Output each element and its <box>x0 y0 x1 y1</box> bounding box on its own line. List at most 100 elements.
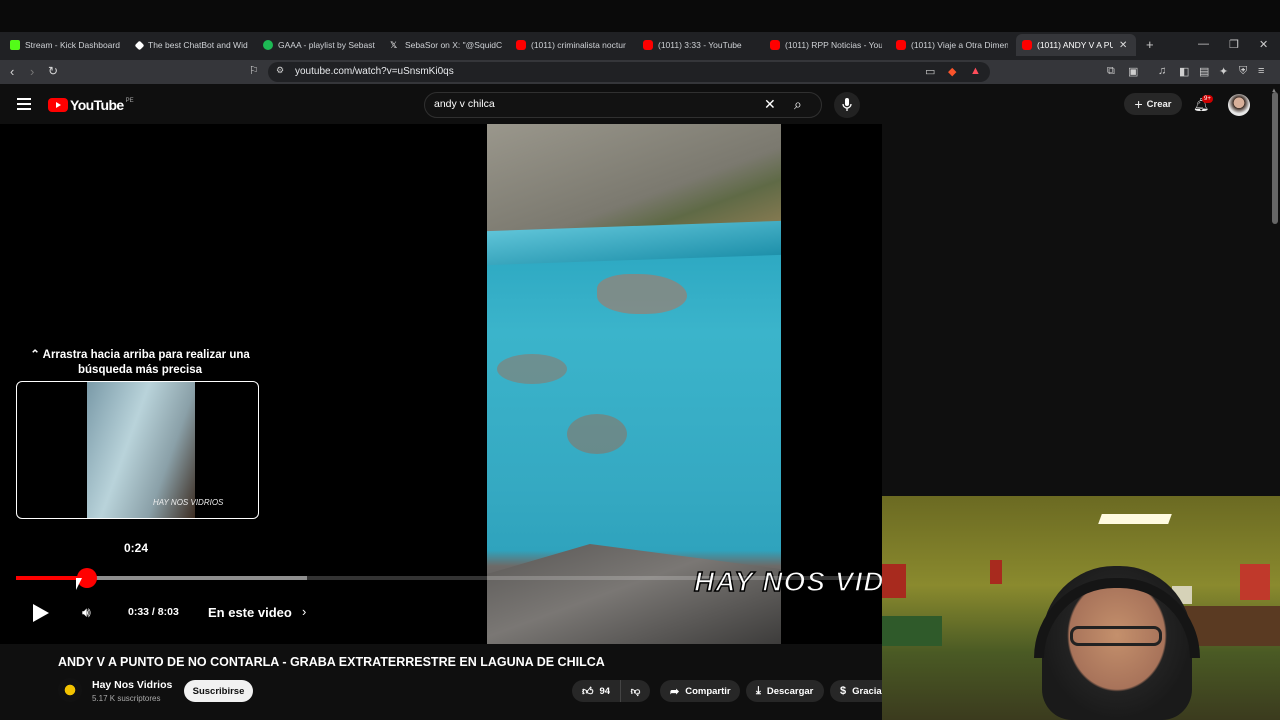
minimize-button[interactable]: — <box>1198 38 1209 50</box>
new-tab-button[interactable]: + <box>1146 37 1154 52</box>
leo-ai-icon[interactable]: ✦ <box>1219 65 1228 78</box>
wall-poster <box>990 560 1002 584</box>
tab-spotify[interactable]: GAAA - playlist by Sebastia <box>257 34 375 56</box>
tab-youtube-4[interactable]: (1011) Viaje a Otra Dimens <box>890 34 1008 56</box>
tab-youtube-1[interactable]: (1011) criminalista noctur <box>510 34 628 56</box>
like-button[interactable]: 👍︎ 94 <box>572 680 620 702</box>
mouse-cursor-icon <box>76 578 82 590</box>
youtube-icon <box>770 40 780 50</box>
thanks-button[interactable]: $ Gracias <box>830 680 882 702</box>
user-avatar[interactable] <box>1228 94 1250 116</box>
tab-label: GAAA - playlist by Sebastia <box>278 40 375 50</box>
screenshot-icon[interactable]: ▣ <box>1128 65 1138 78</box>
create-label: Crear <box>1146 98 1172 110</box>
drag-hint: ⌃ Arrastra hacia arriba para realizar un… <box>30 348 250 378</box>
wallet-icon[interactable]: ▤ <box>1199 65 1209 78</box>
hamburger-menu-icon[interactable] <box>17 98 31 110</box>
search-input[interactable]: andy v chilca <box>434 98 495 110</box>
youtube-logo[interactable]: YouTube PE <box>48 97 134 113</box>
plus-icon: + <box>1134 96 1143 112</box>
play-icon[interactable] <box>33 604 49 622</box>
channel-avatar[interactable] <box>58 678 82 702</box>
sidebar-icon[interactable]: ◧ <box>1179 65 1189 78</box>
volume-icon[interactable]: 🔊︎ <box>82 604 91 621</box>
share-button[interactable]: ➦ Compartir <box>660 680 740 702</box>
tab-label: (1011) criminalista noctur <box>531 40 626 50</box>
youtube-icon <box>1022 40 1032 50</box>
video-scene-stain <box>597 274 687 314</box>
download-icon: ⤓ <box>756 684 761 697</box>
tab-youtube-3[interactable]: (1011) RPP Noticias - YouT <box>764 34 882 56</box>
voice-search-button[interactable] <box>834 92 860 118</box>
share-label: Compartir <box>685 685 731 697</box>
video-watermark: HAY NOS VIDR <box>693 565 906 598</box>
spotify-icon <box>263 40 273 50</box>
tab-label: (1011) 3:33 - YouTube <box>658 40 742 50</box>
chevron-right-icon[interactable]: › <box>302 604 306 619</box>
subscribe-button[interactable]: Suscribirse <box>184 680 253 702</box>
country-code: PE <box>125 98 134 104</box>
maximize-button[interactable]: ❐ <box>1229 38 1239 51</box>
tab-chatbot[interactable]: The best ChatBot and Wid <box>130 34 248 56</box>
tab-youtube-active[interactable]: (1011) ANDY V A PUN ✕ <box>1016 34 1136 56</box>
wall-poster <box>882 564 906 598</box>
tab-youtube-2[interactable]: (1011) 3:33 - YouTube <box>637 34 755 56</box>
x-logo-icon: 𝕏 <box>390 40 398 50</box>
cast-icon[interactable]: ▭ <box>925 65 935 78</box>
bookmark-icon[interactable]: ⚐ <box>249 64 259 77</box>
thanks-icon: $ <box>840 685 847 697</box>
wall-poster <box>1240 564 1270 600</box>
notification-count-badge: 9+ <box>1202 95 1213 103</box>
brave-rewards-icon[interactable]: ▲ <box>970 65 981 77</box>
glasses <box>1070 626 1162 646</box>
forward-icon[interactable]: › <box>30 64 34 79</box>
music-icon[interactable]: ♫ <box>1158 65 1166 77</box>
tab-x[interactable]: 𝕏 SebaSor on X: "@SquidCra <box>384 34 502 56</box>
video-scene-stain <box>567 414 627 454</box>
ceiling-light <box>1098 514 1172 524</box>
download-button[interactable]: ⤓ Descargar <box>746 680 824 702</box>
clear-search-icon[interactable]: ✕ <box>764 96 776 113</box>
tab-label: (1011) ANDY V A PUN <box>1037 40 1113 50</box>
crate <box>882 616 942 646</box>
tab-label: (1011) RPP Noticias - YouT <box>785 40 882 50</box>
search-icon[interactable]: ⌕ <box>794 96 802 113</box>
drag-hint-text: Arrastra hacia arriba para realizar una … <box>42 349 250 376</box>
like-count: 94 <box>599 685 611 697</box>
double-chevron-up-icon: ⌃ <box>30 349 40 361</box>
chapters-button[interactable]: En este video <box>208 605 292 620</box>
channel-name[interactable]: Hay Nos Vidrios <box>92 679 172 691</box>
youtube-icon <box>516 40 526 50</box>
close-window-button[interactable]: ✕ <box>1259 38 1268 51</box>
create-button[interactable]: + Crear <box>1124 93 1182 115</box>
site-info-icon[interactable]: ⚙ <box>276 65 284 76</box>
brave-shield-icon[interactable]: ◆ <box>948 65 956 78</box>
page-scrollbar[interactable] <box>1272 92 1278 224</box>
back-icon[interactable]: ‹ <box>10 64 14 79</box>
video-title: ANDY V A PUNTO DE NO CONTARLA - GRABA EX… <box>58 655 605 669</box>
youtube-icon <box>643 40 653 50</box>
youtube-play-icon <box>48 98 68 112</box>
preview-time: 0:24 <box>124 541 149 555</box>
thanks-label: Gracias <box>852 685 882 697</box>
kick-icon <box>10 40 20 50</box>
tab-label: Stream - Kick Dashboard <box>25 40 120 50</box>
thumbs-down-icon: 👎︎ <box>630 686 641 697</box>
download-label: Descargar <box>766 685 814 697</box>
logo-text: YouTube <box>70 97 124 113</box>
extensions-icon[interactable]: ⧉ <box>1107 65 1115 78</box>
webcam-overlay <box>882 496 1280 720</box>
dislike-button[interactable]: 👎︎ <box>620 680 650 702</box>
share-icon: ➦ <box>670 685 680 698</box>
time-display: 0:33 / 8:03 <box>128 606 179 618</box>
vpn-icon[interactable]: ⛨ <box>1239 65 1247 78</box>
reload-icon[interactable]: ↻ <box>48 64 58 78</box>
window-titlebar <box>0 0 1280 32</box>
tab-kick[interactable]: Stream - Kick Dashboard <box>4 34 122 56</box>
seek-preview-thumbnail: HAY NOS VIDRIOS <box>16 381 259 519</box>
tab-label: (1011) Viaje a Otra Dimens <box>911 40 1008 50</box>
browser-menu-icon[interactable]: ≡ <box>1258 65 1264 77</box>
tab-close-icon[interactable]: ✕ <box>1119 40 1127 51</box>
url-text[interactable]: youtube.com/watch?v=uSnsmKi0qs <box>295 66 454 77</box>
youtube-icon <box>896 40 906 50</box>
